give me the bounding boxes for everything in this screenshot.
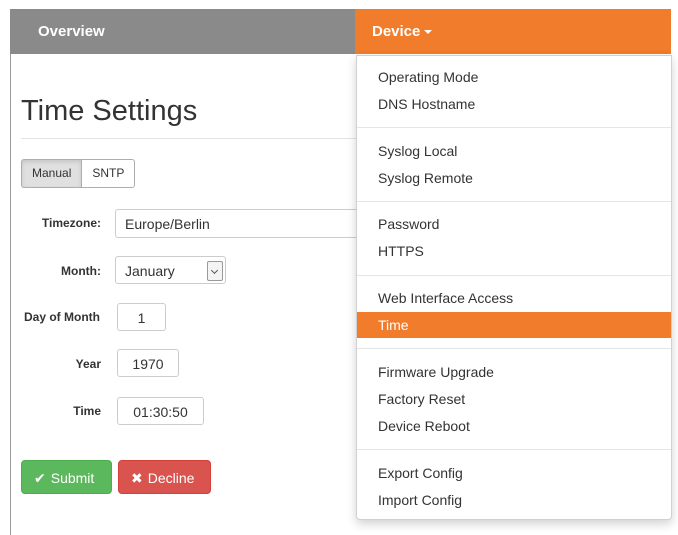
- menu-divider: [357, 127, 671, 128]
- menu-divider: [357, 348, 671, 349]
- menu-item-dns-hostname[interactable]: DNS Hostname: [357, 91, 671, 117]
- navbar: Overview: [10, 9, 355, 54]
- menu-item-web-interface-access[interactable]: Web Interface Access: [357, 285, 671, 311]
- timezone-label: Timezone:: [41, 216, 101, 230]
- mode-sntp-button[interactable]: SNTP: [81, 159, 136, 188]
- menu-item-import-config[interactable]: Import Config: [357, 487, 671, 513]
- year-input[interactable]: 1970: [117, 349, 179, 377]
- nav-device-label[interactable]: Device: [372, 9, 433, 54]
- day-value: 1: [137, 310, 146, 326]
- nav-device-dropdown-toggle[interactable]: Device: [355, 9, 671, 54]
- menu-item-device-reboot[interactable]: Device Reboot: [357, 413, 671, 439]
- menu-divider: [357, 449, 671, 450]
- nav-overview[interactable]: Overview: [38, 9, 105, 54]
- check-icon: ✔: [34, 470, 46, 486]
- menu-item-time[interactable]: Time: [357, 312, 671, 338]
- menu-item-firmware-upgrade[interactable]: Firmware Upgrade: [357, 359, 671, 385]
- time-input[interactable]: 01:30:50: [117, 397, 204, 425]
- month-select[interactable]: January: [115, 256, 226, 284]
- title-divider: [21, 138, 361, 139]
- caret-down-icon: [424, 30, 433, 35]
- time-value: 01:30:50: [133, 404, 188, 420]
- day-of-month-label: Day of Month: [24, 310, 100, 324]
- menu-divider: [357, 201, 671, 202]
- timezone-value: Europe/Berlin: [125, 216, 210, 232]
- frame-border: [10, 54, 11, 535]
- menu-item-export-config[interactable]: Export Config: [357, 460, 671, 486]
- decline-button[interactable]: ✖ Decline: [118, 460, 211, 494]
- mode-manual-button[interactable]: Manual: [21, 159, 82, 188]
- day-of-month-input[interactable]: 1: [117, 303, 166, 331]
- x-icon: ✖: [131, 470, 143, 486]
- page-title: Time Settings: [21, 95, 198, 127]
- menu-item-syslog-remote[interactable]: Syslog Remote: [357, 165, 671, 191]
- year-value: 1970: [132, 356, 164, 372]
- submit-label: Submit: [50, 470, 95, 486]
- timezone-input[interactable]: Europe/Berlin: [115, 209, 360, 238]
- menu-item-https[interactable]: HTTPS: [357, 238, 671, 264]
- mode-toggle: Manual SNTP: [21, 159, 136, 188]
- chevron-down-icon[interactable]: [207, 261, 223, 281]
- submit-button[interactable]: ✔ Submit: [21, 460, 112, 494]
- year-label: Year: [75, 357, 101, 371]
- menu-divider: [357, 275, 671, 276]
- nav-device-text: Device: [372, 23, 421, 40]
- menu-item-operating-mode[interactable]: Operating Mode: [357, 64, 671, 90]
- month-label: Month:: [61, 264, 101, 278]
- time-label: Time: [73, 404, 101, 418]
- menu-item-syslog-local[interactable]: Syslog Local: [357, 138, 671, 164]
- menu-item-factory-reset[interactable]: Factory Reset: [357, 386, 671, 412]
- decline-label: Decline: [147, 470, 195, 486]
- month-value: January: [125, 263, 175, 279]
- device-dropdown-menu: Operating Mode DNS Hostname Syslog Local…: [356, 55, 672, 520]
- menu-item-password[interactable]: Password: [357, 211, 671, 237]
